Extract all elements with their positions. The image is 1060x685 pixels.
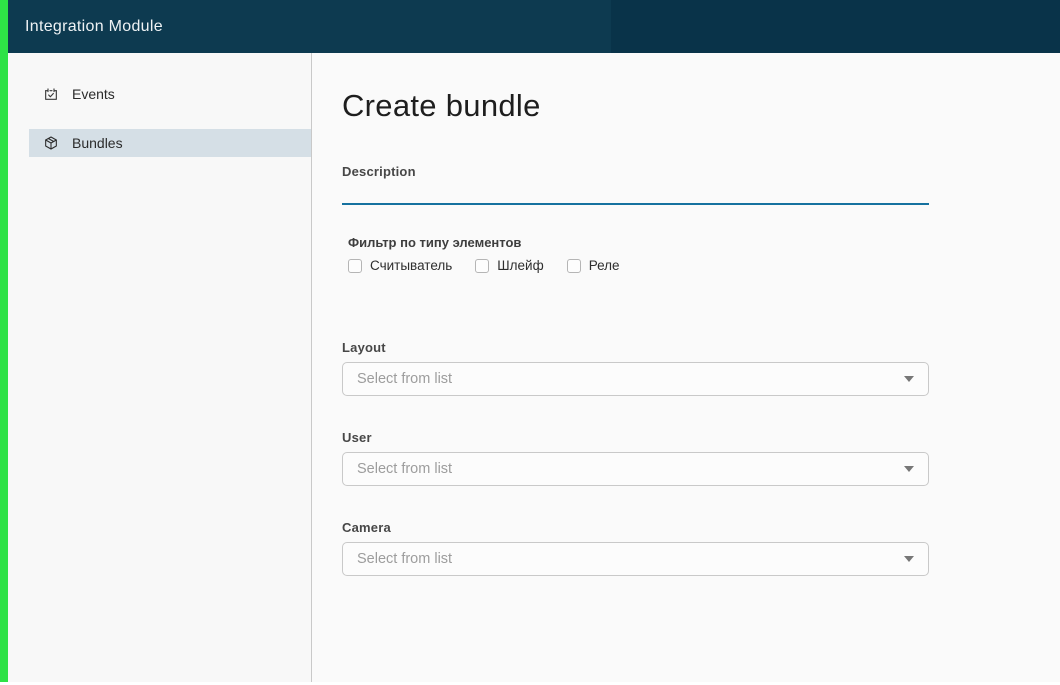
checkbox-label: Шлейф (497, 258, 543, 273)
main-content: Create bundle Description Фильтр по типу… (312, 53, 1060, 682)
user-label: User (342, 430, 929, 445)
sidebar-item-label: Bundles (72, 135, 123, 151)
checkbox-icon[interactable] (475, 259, 489, 273)
sidebar: Events Bundles (0, 53, 312, 682)
camera-field-group: Camera Select from list (342, 520, 929, 576)
layout-select[interactable]: Select from list (342, 362, 929, 396)
package-icon (43, 135, 59, 151)
checkbox-label: Считыватель (370, 258, 452, 273)
checkbox-label: Реле (589, 258, 620, 273)
user-select[interactable]: Select from list (342, 452, 929, 486)
checkbox-option-loop[interactable]: Шлейф (475, 258, 543, 273)
camera-label: Camera (342, 520, 929, 535)
layout-label: Layout (342, 340, 929, 355)
sidebar-item-events[interactable]: Events (29, 80, 311, 108)
filter-group-label: Фильтр по типу элементов (348, 236, 929, 250)
select-placeholder: Select from list (357, 461, 452, 477)
filter-group: Фильтр по типу элементов Считыватель Шле… (348, 236, 929, 273)
app-title: Integration Module (25, 0, 163, 53)
description-input[interactable] (342, 179, 929, 205)
calendar-check-icon (43, 86, 59, 102)
chevron-down-icon (904, 466, 914, 472)
checkbox-option-relay[interactable]: Реле (567, 258, 620, 273)
user-field-group: User Select from list (342, 430, 929, 486)
checkbox-icon[interactable] (348, 259, 362, 273)
checkbox-icon[interactable] (567, 259, 581, 273)
app-header: Integration Module (0, 0, 1060, 53)
select-placeholder: Select from list (357, 371, 452, 387)
accent-strip (0, 0, 8, 682)
checkbox-option-reader[interactable]: Считыватель (348, 258, 452, 273)
layout-field-group: Layout Select from list (342, 340, 929, 396)
description-label: Description (342, 164, 929, 179)
sidebar-item-label: Events (72, 86, 115, 102)
sidebar-item-bundles[interactable]: Bundles (29, 129, 311, 157)
chevron-down-icon (904, 556, 914, 562)
select-placeholder: Select from list (357, 551, 452, 567)
camera-select[interactable]: Select from list (342, 542, 929, 576)
page-title: Create bundle (342, 88, 929, 124)
chevron-down-icon (904, 376, 914, 382)
filter-options: Считыватель Шлейф Реле (348, 258, 929, 273)
app-window: Integration Module Events (0, 0, 1060, 682)
description-field-group: Description (342, 164, 929, 205)
